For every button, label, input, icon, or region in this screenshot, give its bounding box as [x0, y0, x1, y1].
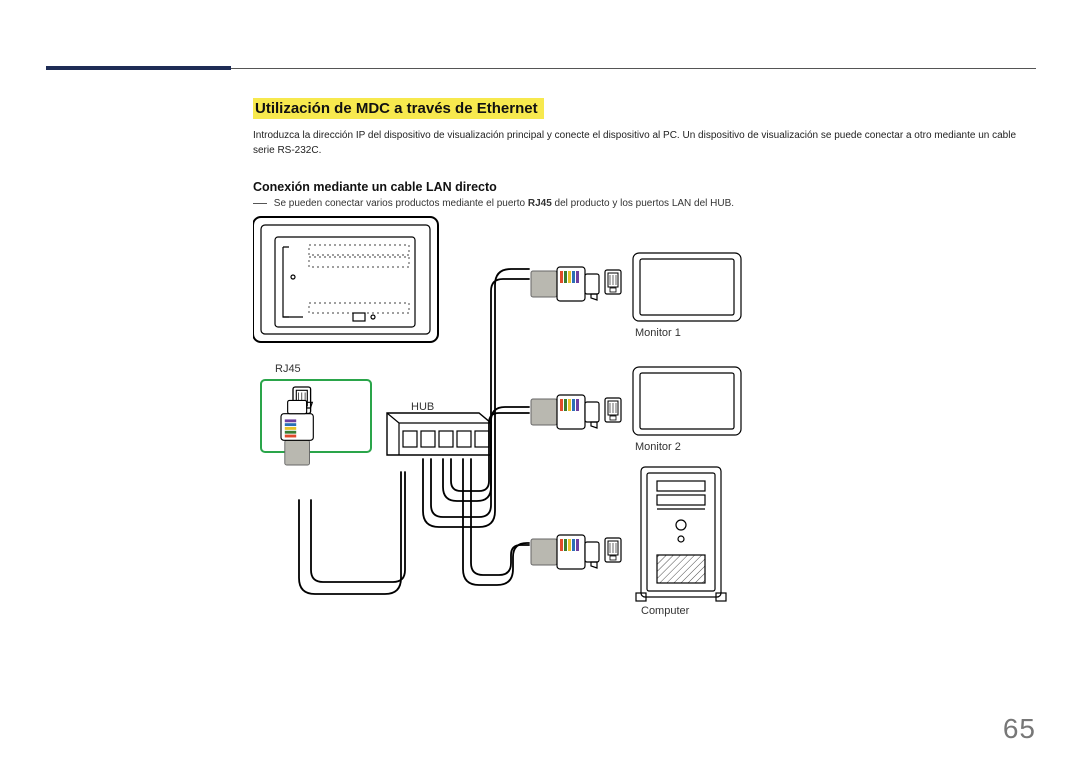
- label-computer: Computer: [641, 605, 689, 617]
- intro-text: Introduzca la dirección IP del dispositi…: [253, 129, 1036, 158]
- label-monitor2: Monitor 2: [635, 441, 681, 453]
- rj45-highlight: [261, 380, 371, 452]
- section-heading: Utilización de MDC a través de Ethernet: [253, 98, 544, 119]
- connection-diagram: RJ45 HUB Monitor 1 Monitor 2 Computer: [253, 215, 863, 655]
- note-bold: RJ45: [528, 198, 552, 209]
- computer-tower: [636, 467, 726, 601]
- dash-icon: [253, 203, 267, 204]
- note-post: del producto y los puertos LAN del HUB.: [552, 198, 734, 209]
- note-pre: Se pueden conectar varios productos medi…: [274, 198, 528, 209]
- monitor-2: [633, 367, 741, 435]
- subsection-heading: Conexión mediante un cable LAN directo: [253, 180, 1036, 194]
- monitor-1: [633, 253, 741, 321]
- page-number: 65: [1003, 713, 1036, 745]
- note-line: Se pueden conectar varios productos medi…: [253, 198, 1036, 209]
- label-rj45: RJ45: [275, 363, 301, 375]
- label-hub: HUB: [411, 401, 434, 413]
- label-monitor1: Monitor 1: [635, 327, 681, 339]
- display-back-panel: [253, 217, 438, 342]
- hub-device: [387, 413, 491, 455]
